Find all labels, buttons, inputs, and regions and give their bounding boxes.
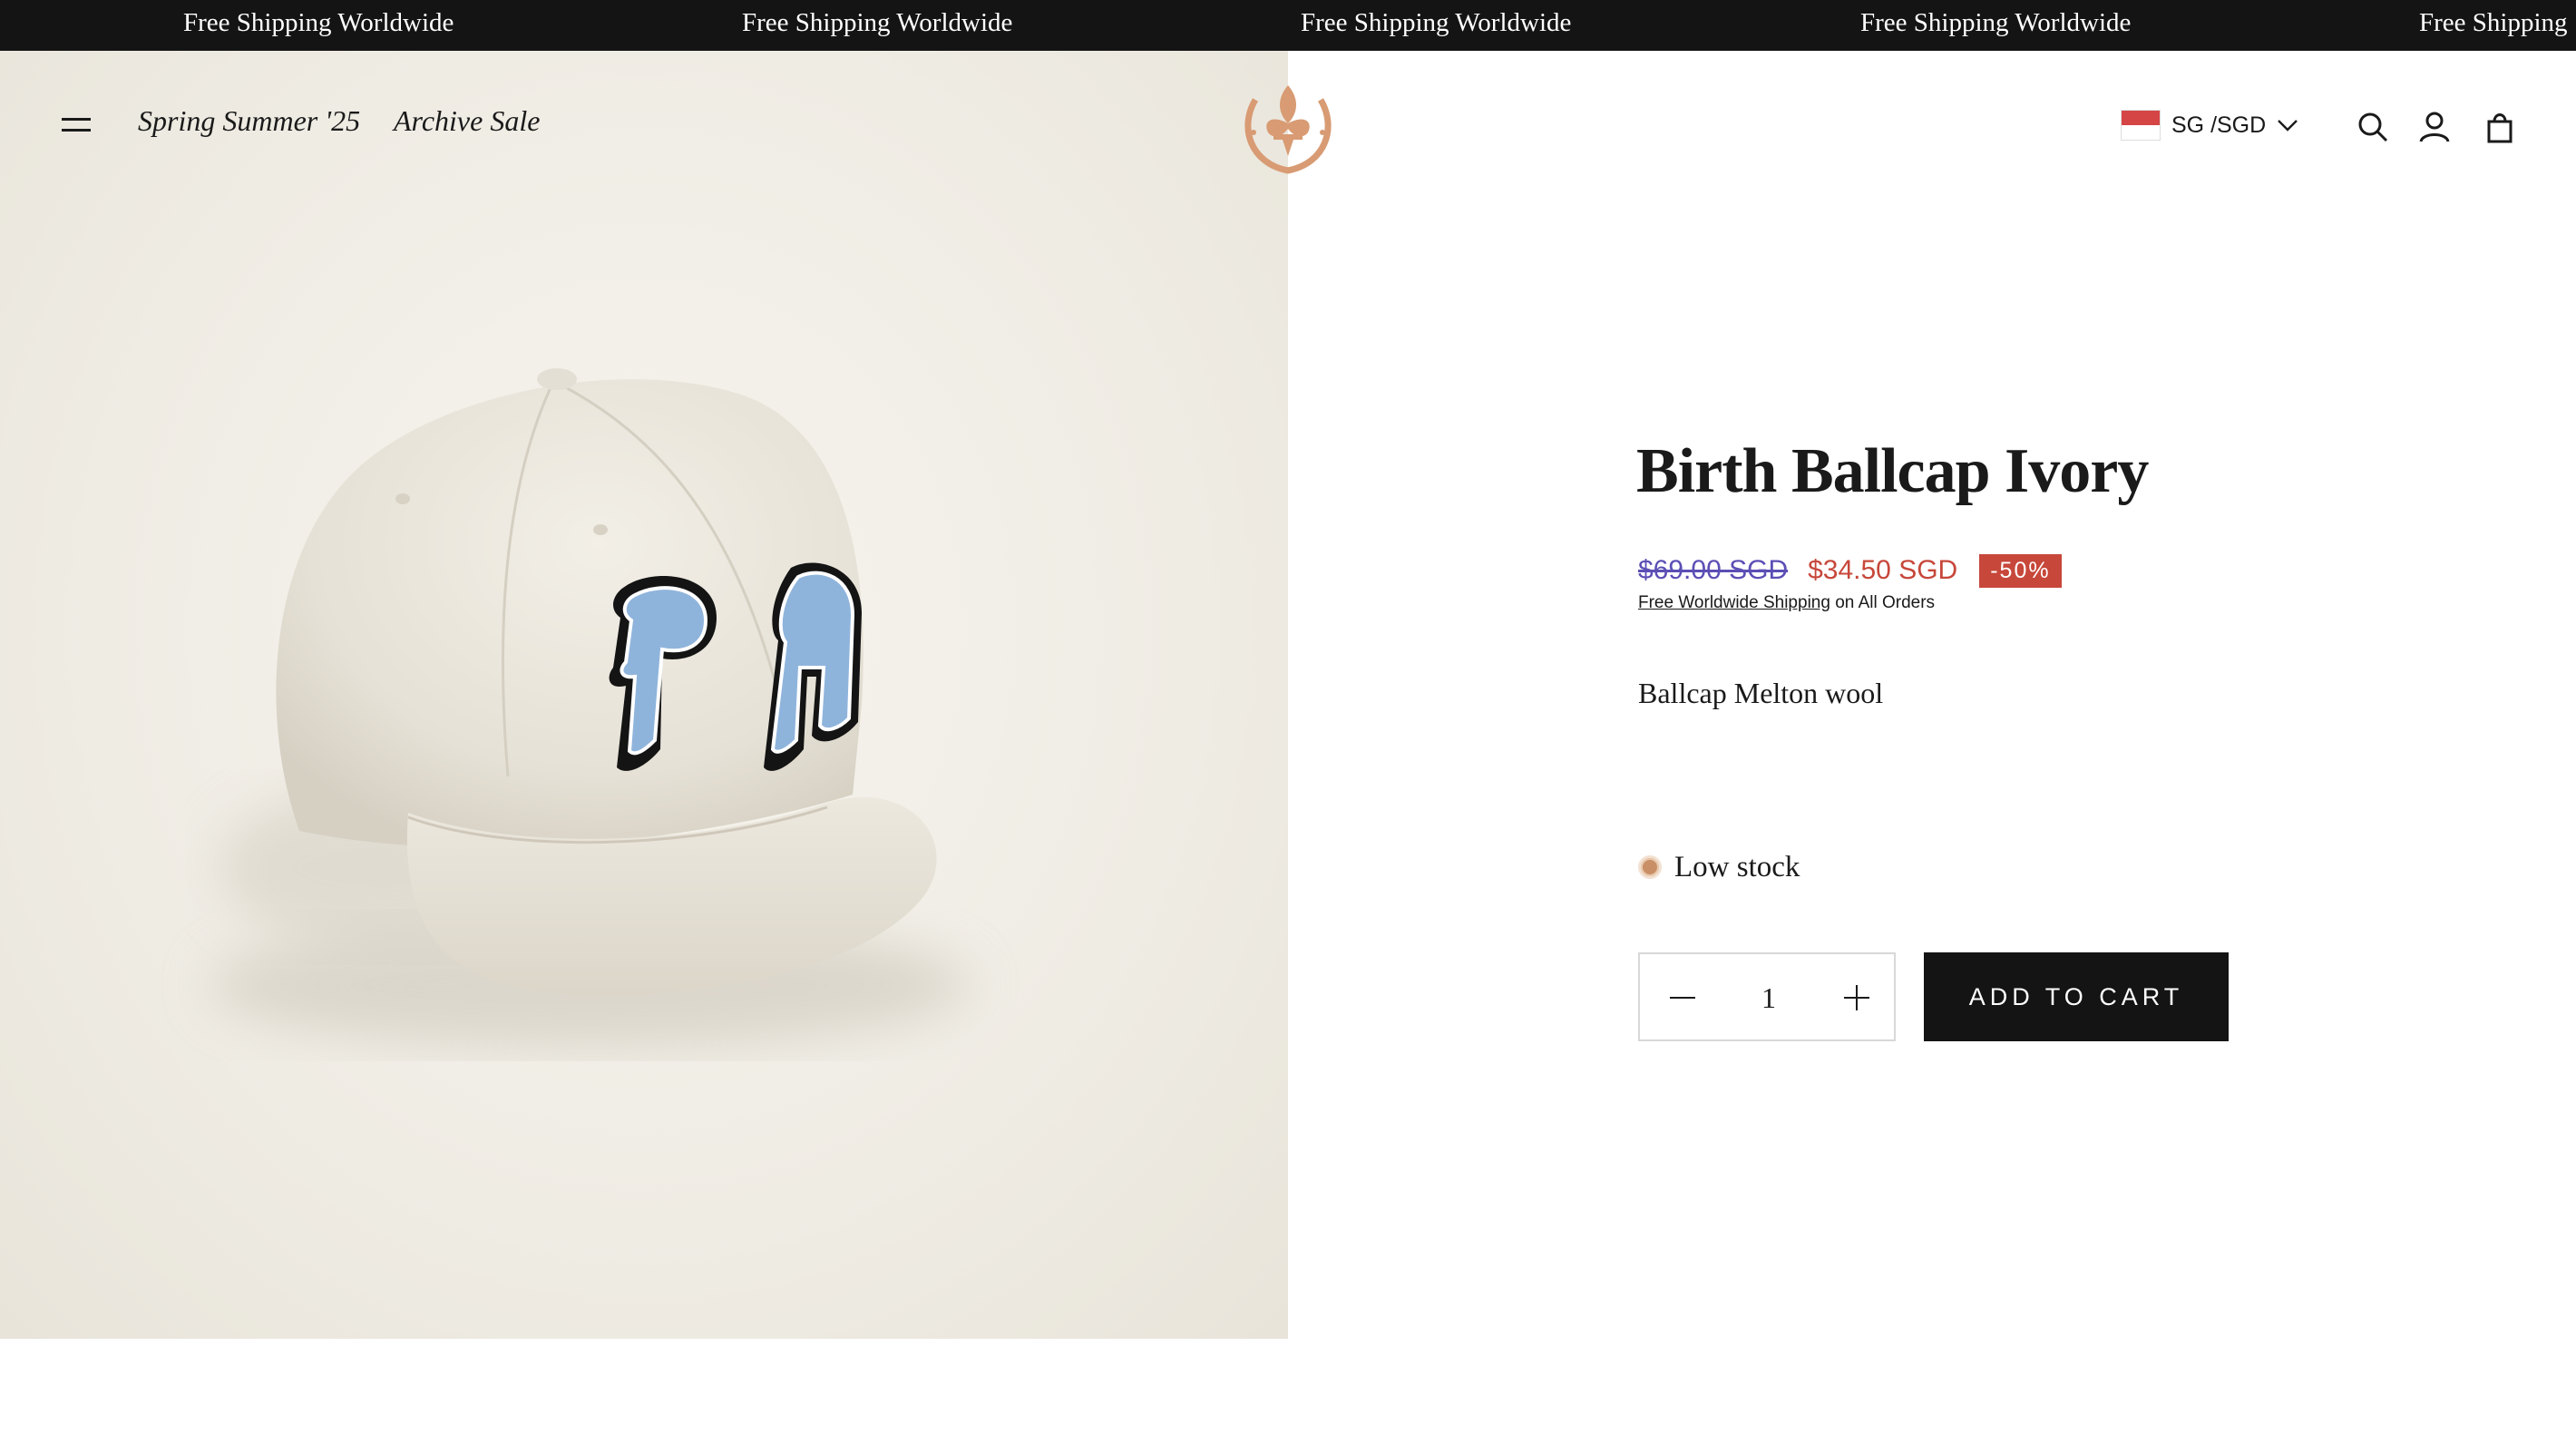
announcement-bar: Free Shipping Worldwide Free Shipping Wo…	[0, 0, 2576, 51]
stock-dot-icon	[1638, 855, 1662, 879]
singapore-flag-icon	[2121, 110, 2161, 141]
price-row: $69.00 SGD $34.50 SGD -50%	[1638, 550, 2062, 591]
shipping-note: Free Worldwide Shipping on All Orders	[1638, 593, 1935, 613]
shipping-suffix: on All Orders	[1835, 593, 1936, 612]
chevron-down-icon	[2278, 120, 2298, 132]
announcement-item: Free Shipping Worldwide	[742, 8, 1013, 37]
announcement-item: Free Shipping Worldwide	[1860, 8, 2132, 37]
add-to-cart-button[interactable]: ADD TO CART	[1924, 952, 2229, 1041]
increase-quantity-button[interactable]	[1814, 954, 1896, 1041]
sale-price: $34.50 SGD	[1808, 555, 1958, 585]
cart-icon[interactable]	[2482, 109, 2518, 145]
search-icon[interactable]	[2355, 109, 2391, 145]
minus-icon	[1670, 997, 1695, 999]
announcement-item: Free Shipping	[2419, 8, 2568, 37]
decrease-quantity-button[interactable]	[1640, 954, 1722, 1041]
menu-icon[interactable]	[62, 118, 91, 132]
account-icon[interactable]	[2416, 109, 2453, 145]
product-image[interactable]	[0, 51, 1288, 1339]
stock-label: Low stock	[1674, 850, 1800, 883]
country-label: SG /SGD	[2171, 112, 2267, 138]
shipping-link[interactable]: Free Worldwide Shipping	[1638, 593, 1830, 612]
nav-link-spring-summer[interactable]: Spring Summer '25	[138, 104, 360, 138]
discount-badge: -50%	[1979, 553, 2062, 588]
product-title: Birth Ballcap Ivory	[1636, 436, 2149, 506]
cap-illustration	[209, 368, 971, 1049]
brand-logo[interactable]	[1237, 73, 1339, 178]
announcement-item: Free Shipping Worldwide	[183, 8, 454, 37]
compare-price: $69.00 SGD	[1638, 555, 1789, 585]
quantity-input[interactable]	[1723, 954, 1814, 1041]
quantity-stepper	[1638, 952, 1896, 1041]
country-selector[interactable]: SG /SGD	[2121, 107, 2298, 143]
nav-link-archive-sale[interactable]: Archive Sale	[394, 104, 540, 138]
announcement-item: Free Shipping Worldwide	[1301, 8, 1572, 37]
stock-indicator: Low stock	[1638, 849, 1800, 885]
product-description: Ballcap Melton wool	[1638, 677, 1884, 709]
